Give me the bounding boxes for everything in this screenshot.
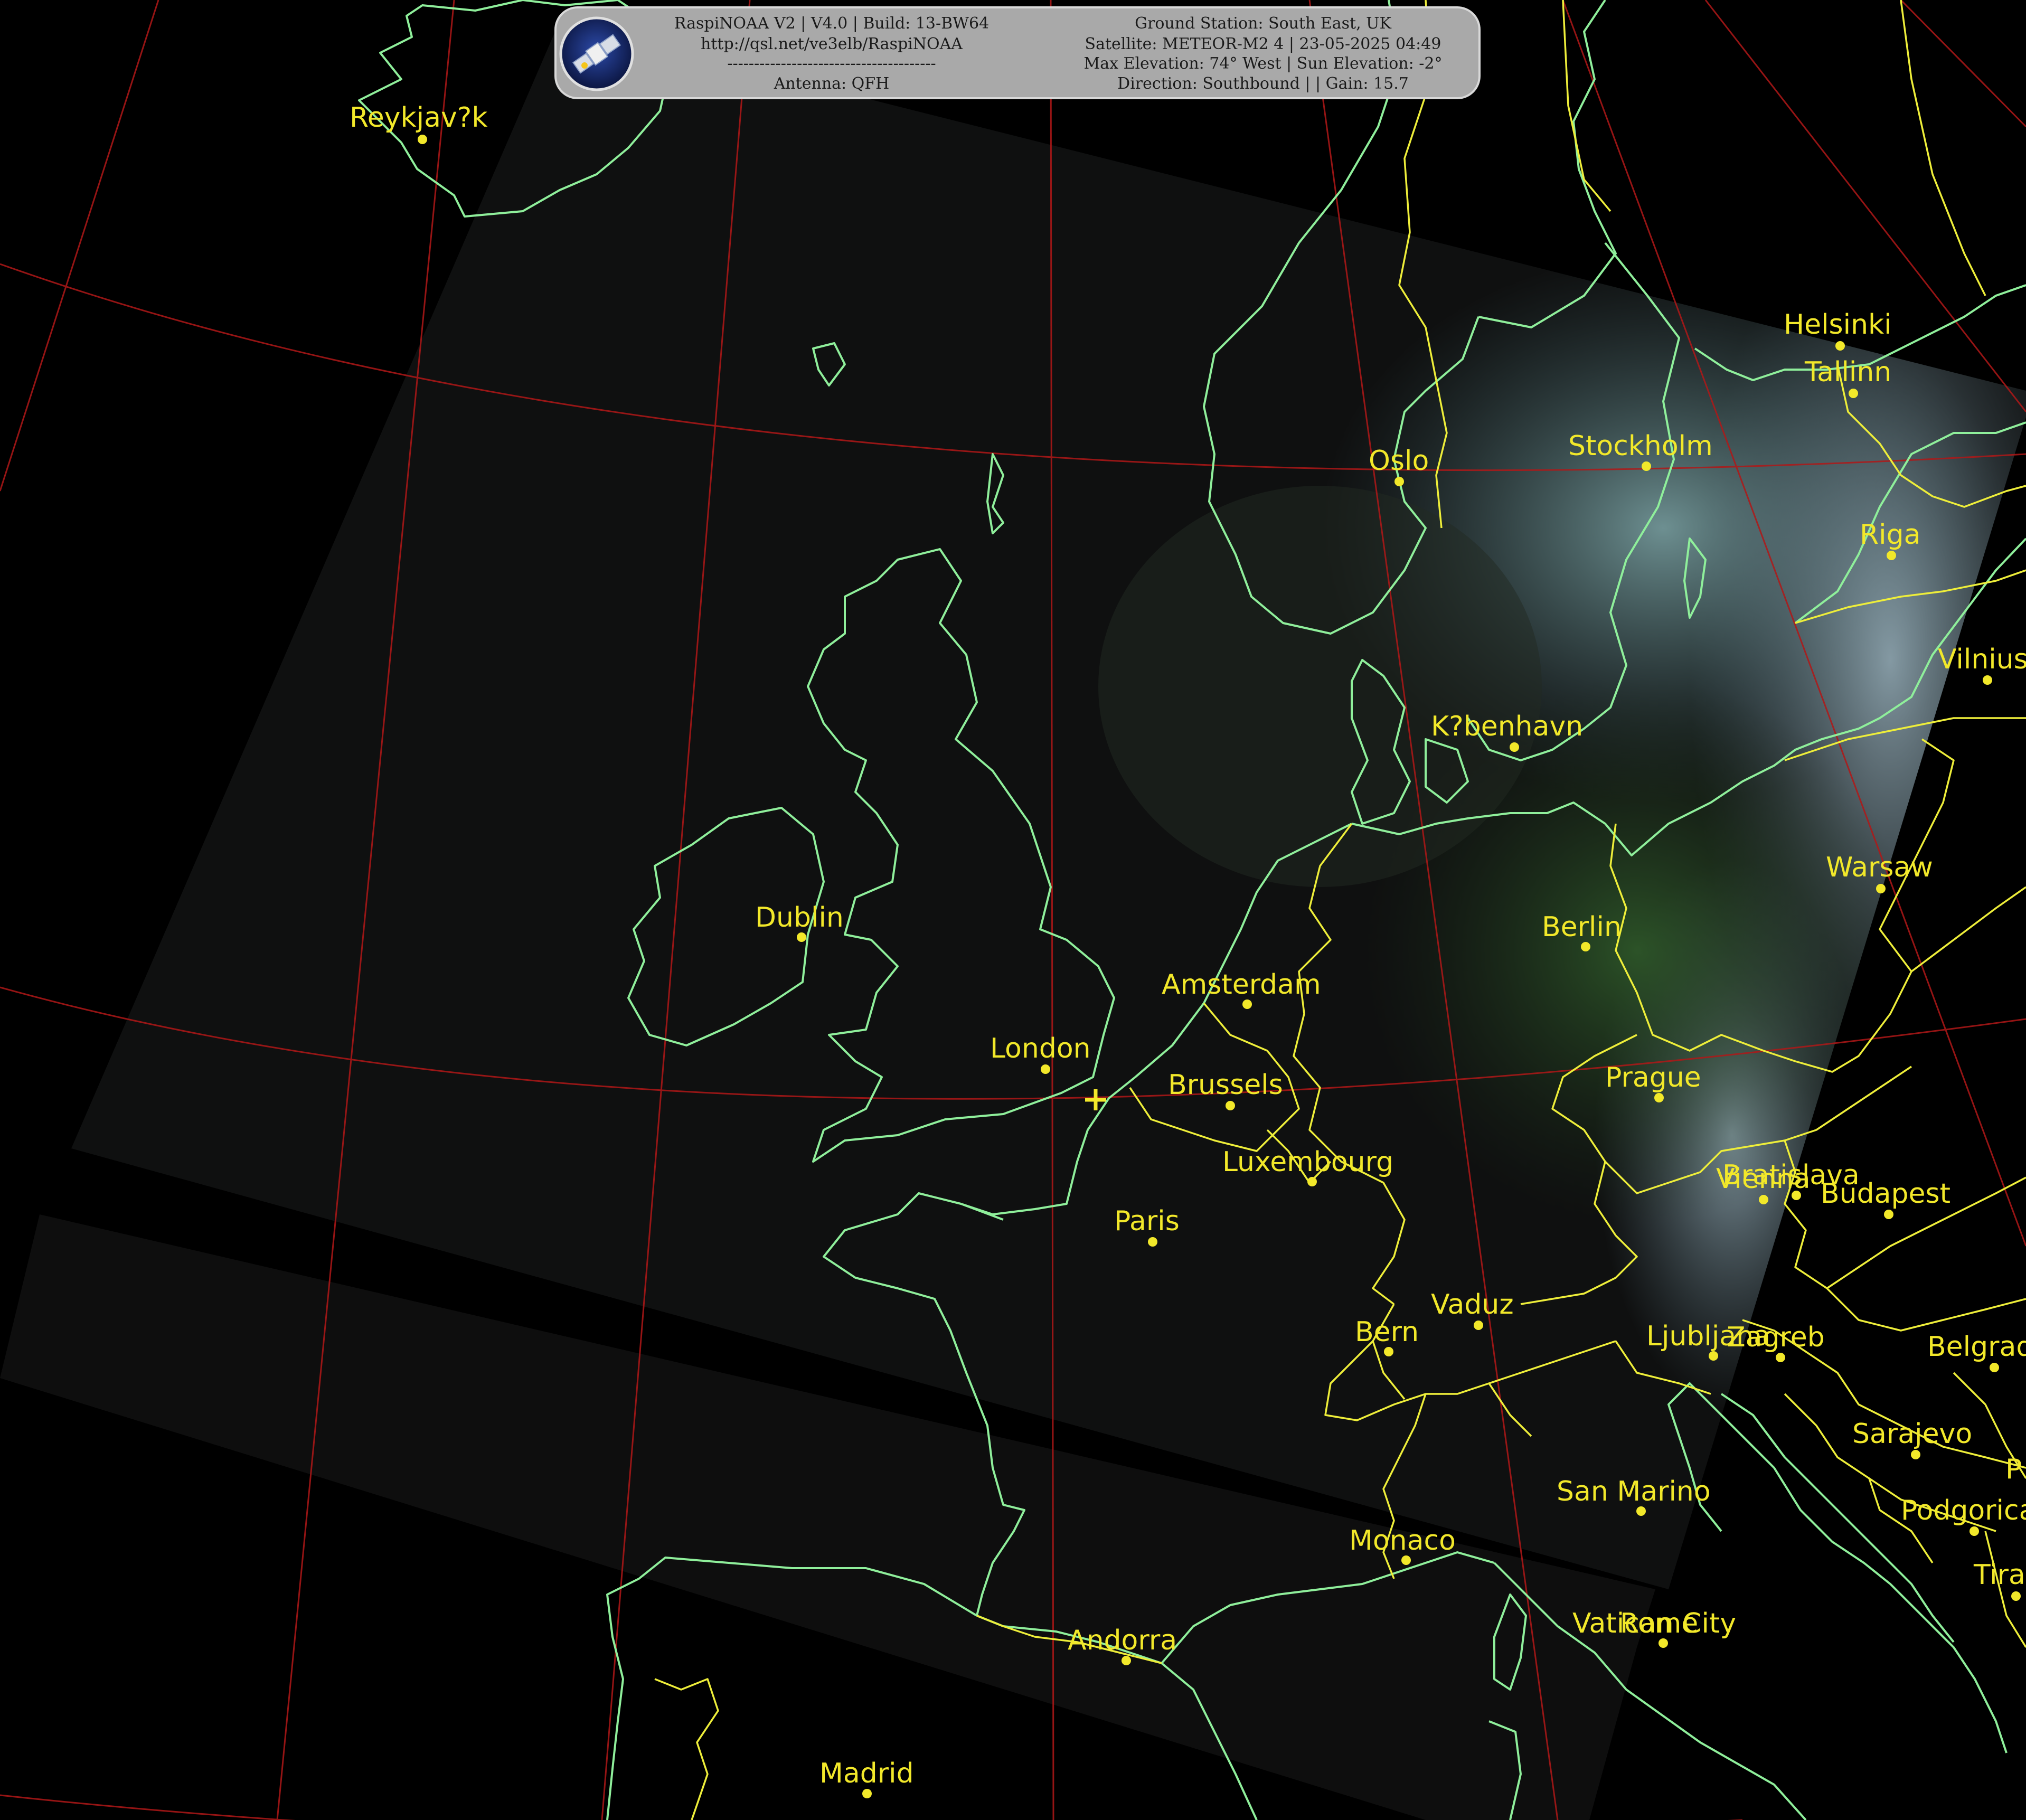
city-dot-andorra xyxy=(1122,1656,1131,1665)
city-label-london: London xyxy=(990,1033,1091,1064)
info-header: RaspiNOAA V2 | V4.0 | Build: 13-BW64 htt… xyxy=(554,6,1481,99)
city-label-stockholm: Stockholm xyxy=(1568,430,1713,462)
satellite-map: Reykjav?k Helsinki Tallinn Oslo Stockhol… xyxy=(0,0,2026,1820)
city-label-tallinn: Tallinn xyxy=(1804,356,1891,388)
city-dot-warsaw xyxy=(1876,884,1886,893)
city-dot-ljubljana xyxy=(1709,1351,1718,1361)
city-label-dublin: Dublin xyxy=(755,902,844,933)
city-label-sarajevo: Sarajevo xyxy=(1852,1418,1972,1450)
city-dot-san-marino xyxy=(1636,1506,1646,1516)
city-dot-vienna xyxy=(1759,1195,1768,1204)
city-dot-monaco xyxy=(1401,1555,1411,1565)
city-label-podgorica: Podgorica xyxy=(1901,1495,2026,1526)
city-dot-paris xyxy=(1148,1237,1157,1247)
city-dot-reykjavik xyxy=(418,135,427,144)
city-label-tirana: Tirana xyxy=(1973,1559,2026,1591)
city-dot-helsinki xyxy=(1835,341,1845,351)
header-left-line-1: RaspiNOAA V2 | V4.0 | Build: 13-BW64 xyxy=(674,14,989,33)
city-label-madrid: Madrid xyxy=(819,1758,914,1789)
city-dot-amsterdam xyxy=(1242,999,1252,1009)
city-dot-belgrade xyxy=(1990,1363,1999,1372)
header-right-line-4: Direction: Southbound | | Gain: 15.7 xyxy=(1117,74,1409,93)
city-dot-luxembourg xyxy=(1307,1177,1317,1186)
city-label-pristina: P xyxy=(2005,1454,2022,1485)
city-dot-stockholm xyxy=(1642,461,1651,471)
city-label-reykjavik: Reykjav?k xyxy=(350,102,487,134)
city-dot-tallinn xyxy=(1849,389,1858,398)
city-dot-rome xyxy=(1659,1638,1668,1648)
city-dot-bern xyxy=(1384,1347,1393,1356)
city-label-amsterdam: Amsterdam xyxy=(1162,969,1321,1001)
city-label-helsinki: Helsinki xyxy=(1784,309,1892,341)
city-dot-vilnius xyxy=(1983,675,1992,685)
header-right-line-3: Max Elevation: 74° West | Sun Elevation:… xyxy=(1083,54,1442,73)
city-label-monaco: Monaco xyxy=(1349,1525,1456,1557)
header-left-line-3: --------------------------------------- xyxy=(727,54,936,73)
city-dot-prague xyxy=(1654,1093,1664,1102)
city-label-warsaw: Warsaw xyxy=(1826,852,1933,883)
city-label-zagreb: Zagreb xyxy=(1727,1322,1825,1353)
header-left-line-2: http://qsl.net/ve3elb/RaspiNOAA xyxy=(701,35,963,53)
city-dot-brussels xyxy=(1226,1101,1235,1110)
city-dot-oslo xyxy=(1394,477,1404,486)
satellite-icon xyxy=(559,16,634,91)
city-dot-london xyxy=(1041,1064,1050,1074)
city-dot-budapest xyxy=(1884,1210,1893,1219)
city-label-bern: Bern xyxy=(1355,1316,1419,1348)
city-dot-tirana xyxy=(2011,1591,2021,1601)
city-dot-berlin xyxy=(1581,942,1590,951)
city-dot-madrid xyxy=(862,1789,872,1798)
city-label-vienna: Vienna xyxy=(1716,1163,1811,1195)
city-label-rome: Rome xyxy=(1620,1608,1698,1639)
city-dot-riga xyxy=(1887,551,1896,560)
city-label-vilnius: Vilnius xyxy=(1938,644,2026,675)
city-dot-dublin xyxy=(797,932,806,942)
city-dot-zagreb xyxy=(1776,1353,1785,1362)
city-dot-podgorica xyxy=(1970,1526,1979,1536)
city-dot-kobenhavn xyxy=(1510,742,1519,752)
city-label-paris: Paris xyxy=(1114,1205,1180,1237)
city-label-vaduz: Vaduz xyxy=(1431,1289,1514,1321)
city-dot-vaduz xyxy=(1474,1321,1483,1330)
city-label-budapest: Budapest xyxy=(1821,1178,1950,1210)
city-label-berlin: Berlin xyxy=(1542,911,1622,943)
city-label-riga: Riga xyxy=(1860,519,1920,551)
header-right-line-2: Satellite: METEOR-M2 4 | 23-05-2025 04:4… xyxy=(1085,35,1441,53)
city-dot-sarajevo xyxy=(1911,1450,1920,1459)
city-label-luxembourg: Luxembourg xyxy=(1222,1146,1393,1178)
city-label-san-marino: San Marino xyxy=(1557,1476,1711,1507)
city-label-andorra: Andorra xyxy=(1068,1625,1177,1656)
city-label-brussels: Brussels xyxy=(1168,1069,1283,1101)
header-right-line-1: Ground Station: South East, UK xyxy=(1135,14,1391,33)
city-label-belgrade: Belgrade xyxy=(1927,1331,2026,1363)
header-left-line-4: Antenna: QFH xyxy=(774,74,890,93)
city-label-prague: Prague xyxy=(1605,1062,1701,1093)
city-label-oslo: Oslo xyxy=(1369,445,1429,477)
cloud-region-north-sea xyxy=(1098,486,1542,887)
city-label-kobenhavn: K?benhavn xyxy=(1431,711,1583,742)
